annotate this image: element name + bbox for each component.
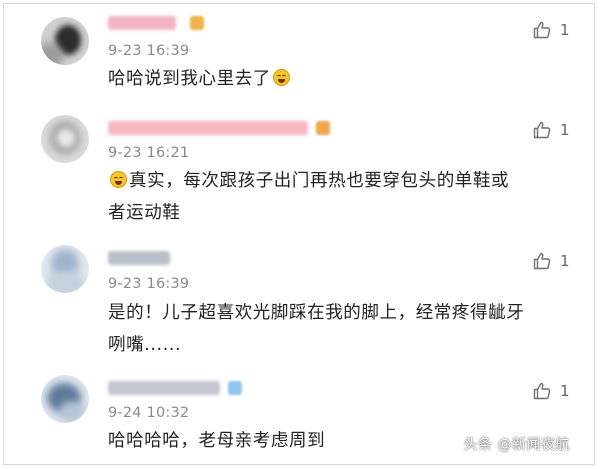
like-count: 1 bbox=[560, 121, 570, 139]
username-blurred[interactable] bbox=[108, 121, 308, 135]
laughing-tears-emoji-icon bbox=[110, 171, 127, 188]
comment-text-line: 咧嘴...... bbox=[108, 335, 182, 355]
comment-timestamp: 9-23 16:21 bbox=[108, 145, 190, 161]
comment-timestamp: 9-24 10:32 bbox=[108, 405, 190, 421]
comment-text: 是的！儿子超喜欢光脚踩在我的脚上，经常疼得龇牙 咧嘴...... bbox=[108, 297, 578, 361]
avatar[interactable] bbox=[41, 17, 89, 65]
avatar[interactable] bbox=[41, 115, 89, 163]
like-button[interactable]: 1 bbox=[532, 251, 570, 271]
thumbs-up-icon bbox=[533, 252, 551, 270]
laughing-tears-emoji-icon bbox=[272, 69, 290, 86]
username-blurred[interactable] bbox=[108, 16, 176, 30]
thumbs-up-icon bbox=[533, 21, 551, 39]
comment-timestamp: 9-23 16:39 bbox=[108, 276, 190, 292]
comment-text: 哈哈哈哈，老母亲考虑周到 bbox=[108, 431, 326, 451]
comment-text: 真实，每次跟孩子出门再热也要穿包头的单鞋或 者运动鞋 bbox=[108, 165, 568, 229]
comment-text-line: 是的！儿子超喜欢光脚踩在我的脚上，经常疼得龇牙 bbox=[108, 303, 525, 323]
thumbs-up-icon bbox=[533, 382, 551, 400]
comment-text-line: 真实，每次跟孩子出门再热也要穿包头的单鞋或 bbox=[108, 165, 568, 197]
username-blurred[interactable] bbox=[108, 381, 220, 395]
user-badge-icon bbox=[190, 16, 204, 30]
avatar[interactable] bbox=[41, 375, 89, 423]
user-badge-icon bbox=[228, 381, 242, 395]
like-count: 1 bbox=[560, 382, 570, 400]
like-button[interactable]: 1 bbox=[532, 120, 570, 140]
comment-text: 哈哈说到我心里去了 bbox=[108, 63, 488, 95]
like-button[interactable]: 1 bbox=[532, 381, 570, 401]
like-button[interactable]: 1 bbox=[532, 20, 570, 40]
comment-text-line: 者运动鞋 bbox=[108, 203, 181, 223]
username-blurred[interactable] bbox=[108, 251, 170, 265]
like-count: 1 bbox=[560, 252, 570, 270]
watermark: 头条 @新闻夜航 bbox=[463, 437, 570, 453]
avatar[interactable] bbox=[41, 245, 89, 293]
user-badge-icon bbox=[316, 121, 330, 135]
thumbs-up-icon bbox=[533, 121, 551, 139]
like-count: 1 bbox=[560, 21, 570, 39]
comment-timestamp: 9-23 16:39 bbox=[108, 43, 190, 59]
